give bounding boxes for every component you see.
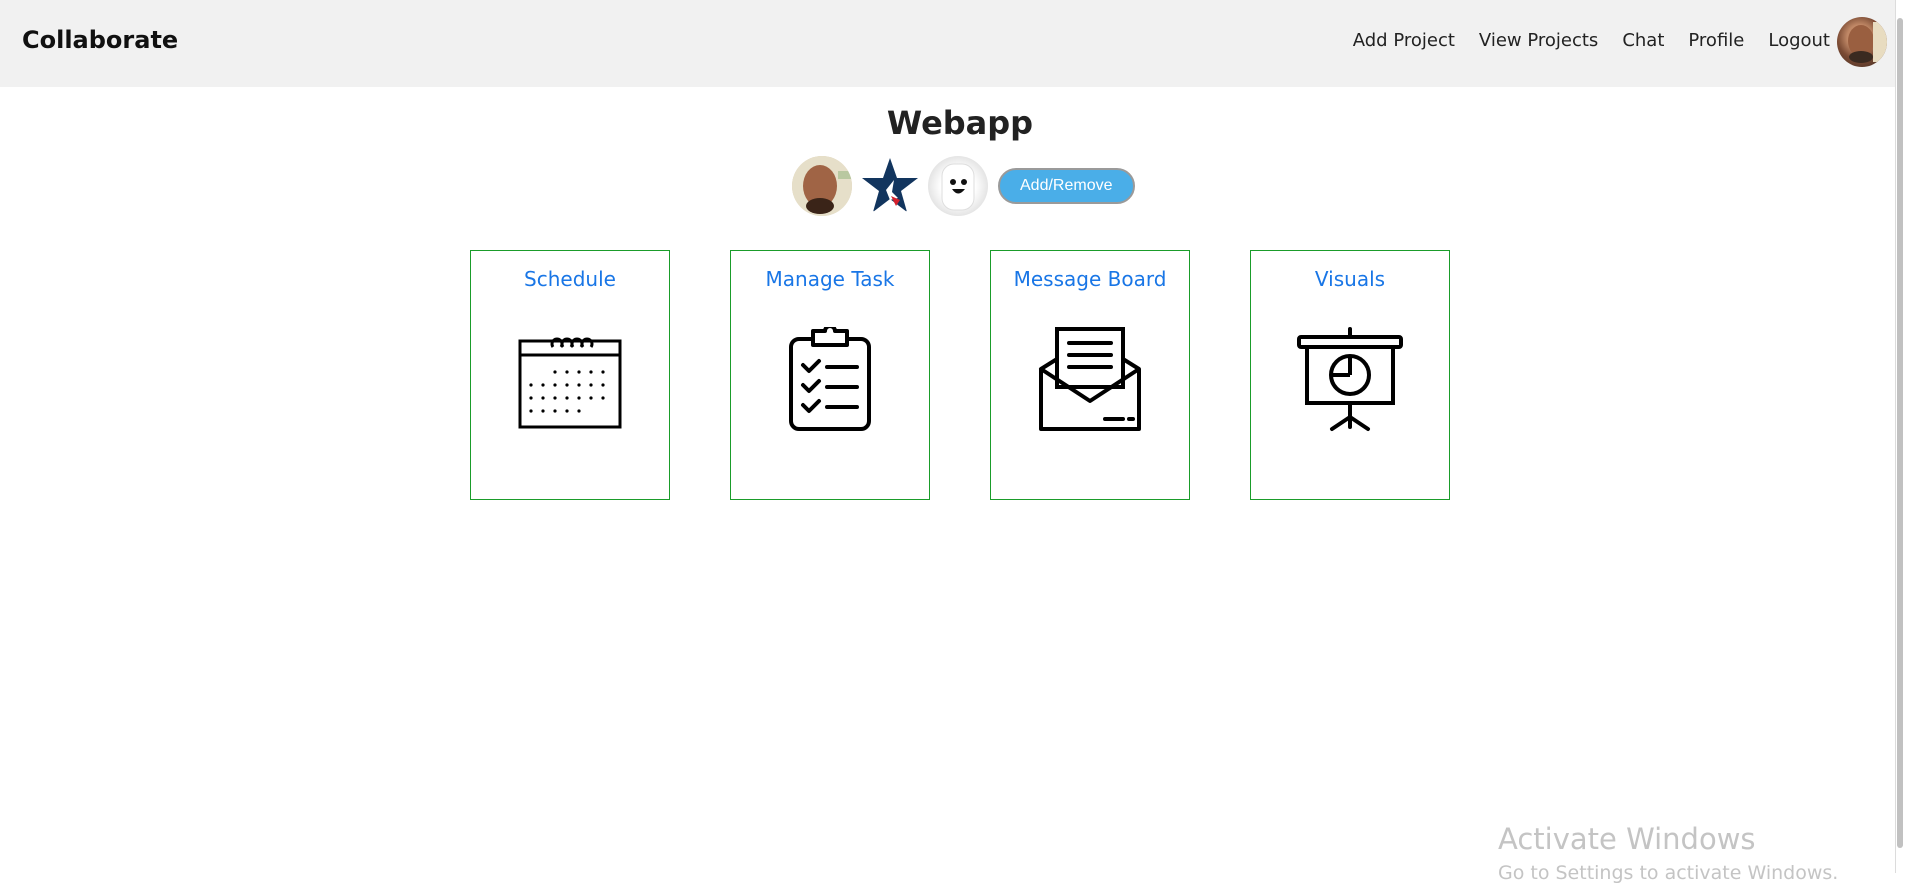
project-title: Webapp xyxy=(886,104,1034,142)
nav-chat[interactable]: Chat xyxy=(1622,30,1664,51)
manage-task-card[interactable]: Manage Task xyxy=(730,250,930,500)
card-title-message-board[interactable]: Message Board xyxy=(991,267,1189,291)
nav-logout[interactable]: Logout xyxy=(1768,30,1830,51)
card-title-visuals[interactable]: Visuals xyxy=(1251,267,1449,291)
brand-logo[interactable]: Collaborate xyxy=(22,26,178,54)
calendar-icon xyxy=(518,337,622,429)
activate-windows-subtext: Go to Settings to activate Windows. xyxy=(1498,862,1839,884)
member-avatar[interactable] xyxy=(860,156,920,216)
nav-add-project[interactable]: Add Project xyxy=(1353,30,1455,51)
visuals-card[interactable]: Visuals xyxy=(1250,250,1450,500)
add-remove-members-button[interactable]: Add/Remove xyxy=(998,168,1135,204)
nav-profile[interactable]: Profile xyxy=(1688,30,1744,51)
nav-links: Add Project View Projects Chat Profile L… xyxy=(1329,30,1830,51)
card-title-schedule[interactable]: Schedule xyxy=(471,267,669,291)
card-title-manage-task[interactable]: Manage Task xyxy=(731,267,929,291)
member-avatar[interactable] xyxy=(792,156,852,216)
activate-windows-watermark: Activate Windows xyxy=(1498,822,1756,856)
user-avatar[interactable] xyxy=(1837,17,1887,67)
schedule-card[interactable]: Schedule xyxy=(470,250,670,500)
nav-view-projects[interactable]: View Projects xyxy=(1479,30,1598,51)
project-members: Add/Remove xyxy=(792,156,1135,216)
navbar: Collaborate Add Project View Projects Ch… xyxy=(0,0,1895,87)
clipboard-checklist-icon xyxy=(789,327,871,431)
message-board-card[interactable]: Message Board xyxy=(990,250,1190,500)
open-envelope-icon xyxy=(1039,327,1141,431)
member-avatar[interactable] xyxy=(928,156,988,216)
scrollbar-thumb[interactable] xyxy=(1897,18,1903,848)
presentation-board-icon xyxy=(1297,327,1403,431)
